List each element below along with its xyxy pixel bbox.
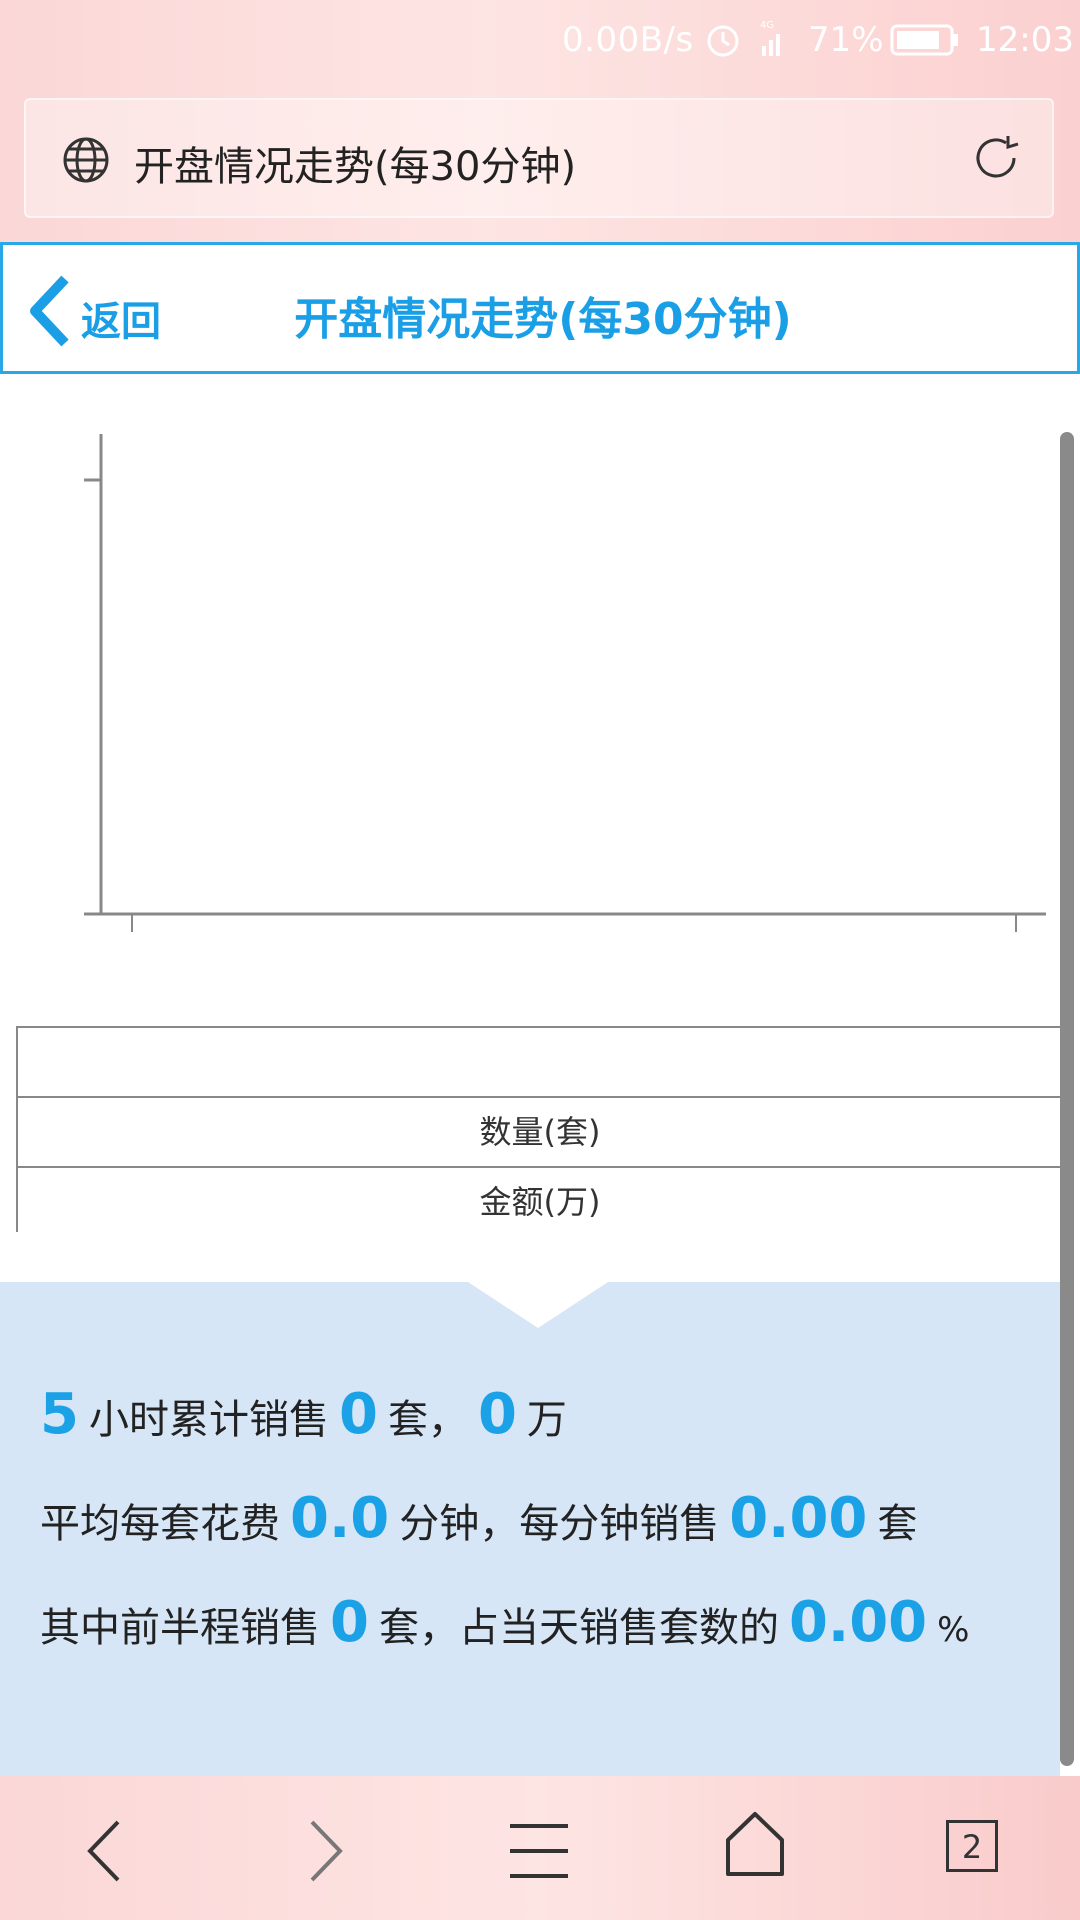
page-url-title: 开盘情况走势(每30分钟) bbox=[134, 144, 577, 190]
chart-area bbox=[84, 434, 1046, 932]
battery-percent: 71% bbox=[808, 20, 884, 60]
summary-text: 套， bbox=[387, 1397, 468, 1443]
percent-value: 0.00 bbox=[788, 1590, 928, 1655]
back-nav-icon[interactable] bbox=[82, 1816, 132, 1890]
net-speed: 0.00B/s bbox=[562, 20, 694, 60]
table-row-quantity: 数量(套) bbox=[18, 1096, 1062, 1166]
clock: 12:03 bbox=[976, 20, 1074, 60]
hours-value: 5 bbox=[40, 1382, 79, 1447]
data-table: 数量(套) 金额(万) bbox=[16, 1026, 1062, 1232]
globe-icon bbox=[62, 136, 110, 188]
sets-sold-value: 0 bbox=[338, 1382, 378, 1447]
summary-text: 万 bbox=[526, 1397, 567, 1443]
address-bar[interactable]: 开盘情况走势(每30分钟) bbox=[24, 98, 1054, 218]
reload-icon[interactable] bbox=[968, 130, 1024, 190]
alarm-icon bbox=[706, 20, 740, 67]
home-icon[interactable] bbox=[724, 1810, 786, 1882]
sets-per-minute-value: 0.00 bbox=[729, 1486, 868, 1551]
amount-value: 0 bbox=[477, 1382, 517, 1447]
tabs-count-button[interactable]: 2 bbox=[946, 1820, 998, 1872]
summary-text: 分钟，每分钟销售 bbox=[399, 1501, 720, 1547]
network-type-label: 4G bbox=[760, 20, 774, 31]
summary-text: 套，占当天销售套数的 bbox=[378, 1605, 779, 1651]
summary-text: 平均每套花费 bbox=[40, 1501, 280, 1547]
first-half-sets-value: 0 bbox=[330, 1590, 369, 1655]
table-row-amount: 金额(万) bbox=[18, 1166, 1062, 1236]
panel-notch bbox=[468, 1282, 608, 1328]
scrollbar[interactable] bbox=[1060, 432, 1074, 1766]
summary-text: 套 bbox=[877, 1501, 918, 1547]
browser-nav-bar: 2 bbox=[0, 1776, 1080, 1920]
minutes-per-set-value: 0.0 bbox=[290, 1486, 390, 1551]
signal-icon: 4G bbox=[758, 18, 788, 67]
table-header-row bbox=[18, 1026, 1062, 1096]
summary-text: 小时累计销售 bbox=[88, 1397, 329, 1443]
summary-line-first-half: 其中前半程销售 0 套，占当天销售套数的 0.00% bbox=[40, 1590, 969, 1655]
page-title: 开盘情况走势(每30分钟) bbox=[294, 294, 792, 345]
summary-text: 其中前半程销售 bbox=[40, 1605, 320, 1651]
forward-nav-icon[interactable] bbox=[300, 1816, 350, 1890]
summary-panel: 5 小时累计销售 0 套， 0 万 平均每套花费 0.0 分钟，每分钟销售 0.00 套 其中前半… bbox=[0, 1282, 1060, 1776]
status-bar: 0.00B/s 4G 71% 12:03 bbox=[0, 0, 1080, 80]
battery-icon bbox=[890, 24, 960, 65]
percent-sign: % bbox=[937, 1610, 970, 1650]
app-header: 返回 开盘情况走势(每30分钟) bbox=[0, 242, 1080, 374]
menu-icon[interactable] bbox=[506, 1820, 572, 1886]
summary-line-total: 5 小时累计销售 0 套， 0 万 bbox=[40, 1382, 567, 1447]
summary-line-average: 平均每套花费 0.0 分钟，每分钟销售 0.00 套 bbox=[40, 1486, 917, 1551]
